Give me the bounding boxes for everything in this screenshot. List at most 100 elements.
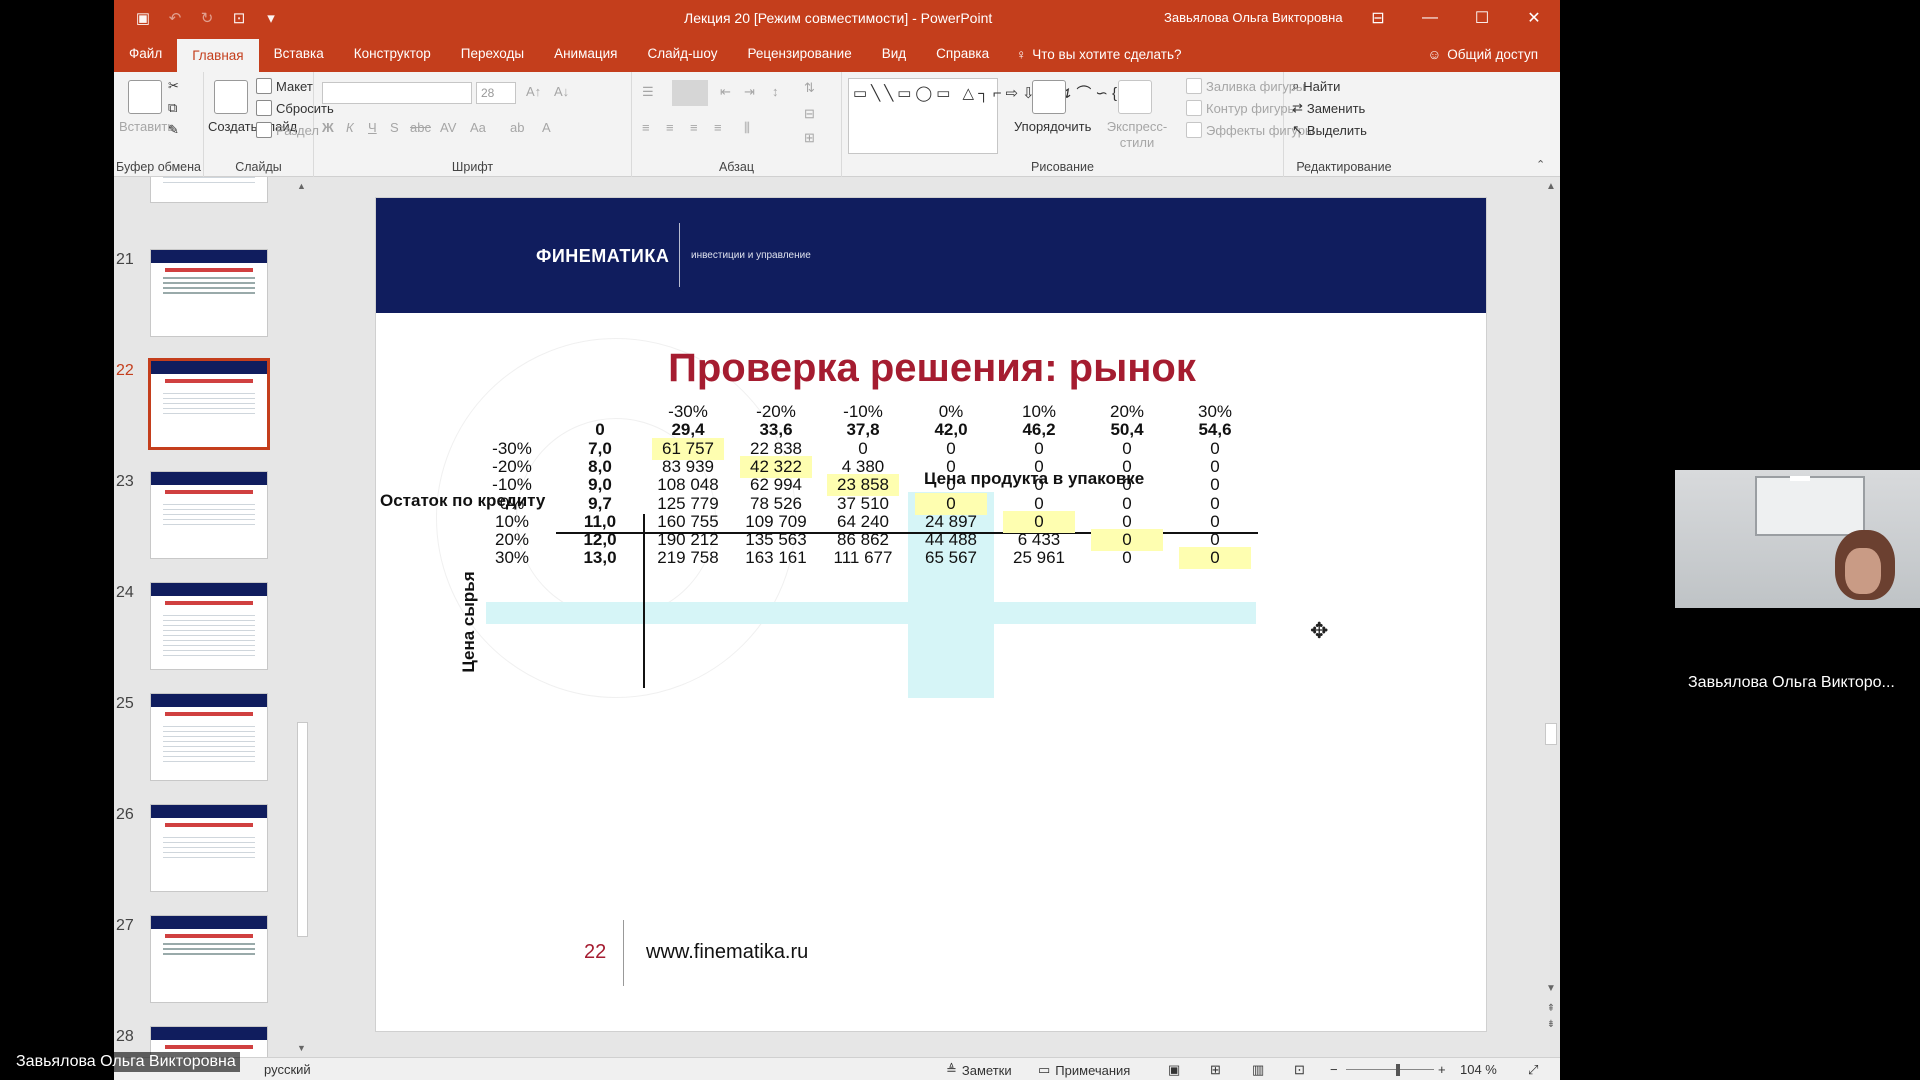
thumb-line [163, 953, 255, 955]
tab-file[interactable]: Файл [114, 36, 177, 72]
layout-button[interactable]: Макет [256, 78, 313, 94]
shadow-icon[interactable]: S [390, 120, 399, 135]
text-direction-icon[interactable]: ⇅ [804, 80, 815, 96]
scroll-down-icon[interactable]: ▼ [297, 1043, 306, 1053]
zoom-out-icon[interactable]: − [1330, 1062, 1338, 1077]
tab-insert[interactable]: Вставка [259, 36, 339, 72]
tab-view[interactable]: Вид [867, 36, 921, 72]
zoom-slider[interactable] [1346, 1069, 1434, 1070]
thumbnails-scrollbar[interactable]: ▲ ▼ [294, 177, 311, 1057]
reading-view-icon[interactable]: ▥ [1252, 1062, 1264, 1078]
account-name[interactable]: Завьялова Ольга Викторовна [1164, 10, 1343, 25]
char-spacing-icon[interactable]: AV [440, 120, 456, 135]
quick-styles-icon[interactable] [1118, 80, 1152, 114]
thumbnail-22[interactable]: 22 [114, 358, 280, 456]
save-icon[interactable]: ▣ [134, 9, 152, 27]
replace-button[interactable]: ⇄ Заменить [1292, 100, 1365, 116]
tab-design[interactable]: Конструктор [339, 36, 446, 72]
new-slide-icon[interactable] [214, 80, 248, 114]
shapes-gallery[interactable]: ▭╲╲▭◯▭ △┐⌐⇨⇩⌂ ↯⌒∽{}☆ [848, 78, 1143, 154]
line-spacing-icon[interactable]: ↕ [772, 84, 779, 99]
section-button[interactable]: Раздел [256, 122, 319, 138]
paste-button[interactable]: Вставить [119, 119, 174, 134]
group-label-slides: Слайды [235, 160, 282, 174]
font-size-dropdown[interactable]: 28 [476, 82, 516, 104]
underline-icon[interactable]: Ч [368, 120, 377, 135]
scroll-up-icon[interactable]: ▲ [297, 181, 306, 191]
tell-me-box[interactable]: ♀ Что вы хотите сделать? [1004, 36, 1181, 72]
select-button[interactable]: ↖ Выделить [1292, 122, 1367, 138]
paste-icon[interactable] [128, 80, 162, 114]
previous-slide-icon[interactable]: ⇞ [1544, 1003, 1558, 1014]
notes-button[interactable]: ≜ Заметки [946, 1062, 1012, 1078]
align-center-icon[interactable]: ≡ [666, 120, 674, 135]
grow-font-icon[interactable]: A↑ [526, 84, 541, 99]
columns-icon[interactable]: ⫼ [744, 120, 750, 136]
language-indicator[interactable]: русский [264, 1062, 311, 1077]
start-slideshow-icon[interactable]: ⊡ [230, 9, 248, 27]
next-slide-icon[interactable]: ⇟ [1544, 1019, 1558, 1030]
normal-view-icon[interactable]: ▣ [1168, 1062, 1180, 1078]
bold-icon[interactable]: Ж [322, 120, 334, 135]
thumbnail-prev[interactable] [114, 177, 280, 247]
format-painter-icon[interactable]: ✎ [168, 122, 179, 138]
slideshow-view-icon[interactable]: ⊡ [1294, 1062, 1305, 1078]
change-case-icon[interactable]: Aa [470, 120, 486, 135]
thumbnail-24[interactable]: 24 [114, 582, 280, 678]
scroll-up-icon[interactable]: ▲ [1544, 181, 1558, 192]
slide-canvas[interactable]: ФИНЕМАТИКА инвестиции и управление Прове… [375, 197, 1487, 1032]
quick-styles-button[interactable]: Экспресс-стили [1104, 119, 1170, 151]
italic-icon[interactable]: К [346, 120, 354, 135]
strikethrough-icon[interactable]: abc [410, 120, 431, 135]
arrange-button[interactable]: Упорядочить [1014, 119, 1091, 134]
zoom-level[interactable]: 104 % [1460, 1062, 1497, 1077]
tab-slideshow[interactable]: Слайд-шоу [632, 36, 732, 72]
align-left-icon[interactable]: ≡ [642, 120, 650, 135]
scroll-down-icon[interactable]: ▼ [1544, 983, 1558, 994]
thumbnails-scroll-thumb[interactable] [297, 722, 308, 937]
align-text-icon[interactable]: ⊟ [804, 106, 815, 122]
thumbnail-23[interactable]: 23 [114, 471, 280, 567]
smartart-icon[interactable]: ⊞ [804, 130, 815, 146]
numbering-icon[interactable] [672, 80, 708, 106]
maximize-icon[interactable]: ☐ [1456, 0, 1508, 36]
slide-sorter-icon[interactable]: ⊞ [1210, 1062, 1221, 1078]
tab-transitions[interactable]: Переходы [446, 36, 539, 72]
fit-to-window-icon[interactable]: ⤢ [1528, 1062, 1538, 1078]
share-button[interactable]: ☺ Общий доступ [1428, 36, 1539, 72]
customize-qat-icon[interactable]: ▾ [262, 9, 280, 27]
justify-icon[interactable]: ≡ [714, 120, 722, 135]
minimize-icon[interactable]: — [1404, 0, 1456, 36]
zoom-slider-thumb[interactable] [1396, 1064, 1400, 1076]
slide-scroll-thumb[interactable] [1545, 723, 1557, 745]
bullets-icon[interactable]: ☰ [642, 84, 654, 100]
thumbnail-26[interactable]: 26 [114, 804, 280, 900]
shape-outline-button[interactable]: Контур фигуры [1186, 100, 1297, 116]
increase-indent-icon[interactable]: ⇥ [744, 84, 755, 100]
tab-animations[interactable]: Анимация [539, 36, 632, 72]
arrange-icon[interactable] [1032, 80, 1066, 114]
comments-button[interactable]: ▭ Примечания [1038, 1062, 1130, 1078]
copy-icon[interactable]: ⧉ [168, 100, 177, 116]
font-family-dropdown[interactable] [322, 82, 472, 104]
zoom-in-icon[interactable]: + [1438, 1062, 1446, 1077]
slide-scrollbar[interactable]: ▲ ▼ ⇞ ⇟ [1542, 177, 1560, 1057]
thumbnail-25[interactable]: 25 [114, 693, 280, 789]
tab-review[interactable]: Рецензирование [732, 36, 866, 72]
thumbnail-27[interactable]: 27 [114, 915, 280, 1011]
align-right-icon[interactable]: ≡ [690, 120, 698, 135]
thumbnail-21[interactable]: 21 [114, 249, 280, 345]
shrink-font-icon[interactable]: A↓ [554, 84, 569, 99]
redo-icon[interactable]: ↻ [198, 9, 216, 27]
collapse-ribbon-icon[interactable]: ⌃ [1536, 158, 1545, 171]
tab-help[interactable]: Справка [921, 36, 1004, 72]
ribbon-display-options-icon[interactable]: ⊟ [1352, 0, 1404, 36]
font-color-icon[interactable]: A [542, 120, 551, 135]
cut-icon[interactable]: ✂ [168, 78, 179, 94]
tab-home[interactable]: Главная [177, 39, 259, 72]
find-button[interactable]: ⌕ Найти [1292, 78, 1340, 94]
highlight-icon[interactable]: ab [510, 120, 524, 135]
decrease-indent-icon[interactable]: ⇤ [720, 84, 731, 100]
undo-icon[interactable]: ↶ [166, 9, 184, 27]
close-icon[interactable]: ✕ [1508, 0, 1560, 36]
